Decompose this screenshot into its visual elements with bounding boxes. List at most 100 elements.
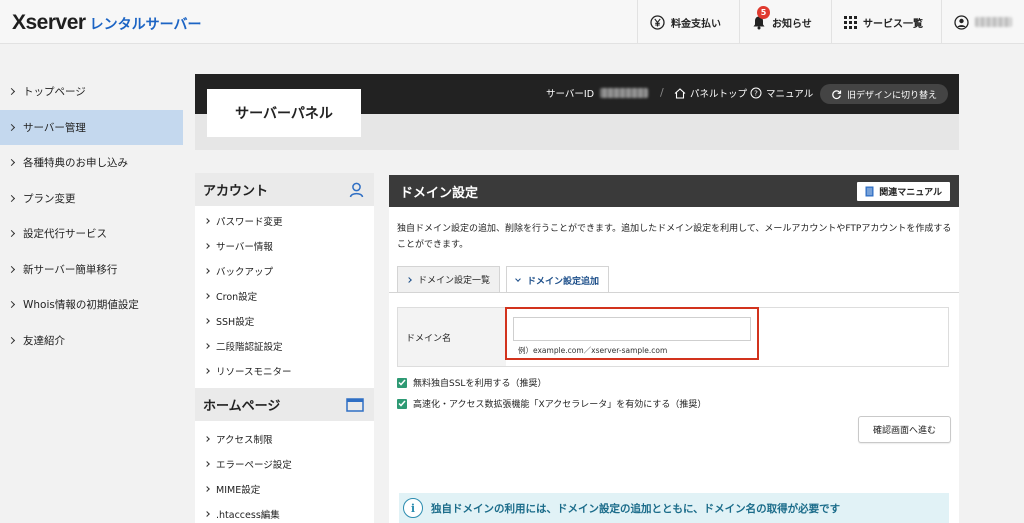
menu-item-label: バックアップ bbox=[216, 266, 274, 278]
chevron-right-icon bbox=[7, 88, 16, 96]
menu-item-resource-monitor[interactable]: リソースモニター bbox=[195, 358, 374, 383]
panel-top-label: パネルトップ bbox=[690, 89, 748, 100]
menu-item-label: SSH設定 bbox=[216, 316, 255, 328]
tab-divider bbox=[389, 292, 959, 293]
accelerator-option[interactable]: 高速化・アクセス数拡張機能「Xアクセラレータ」を有効にする（推奨） bbox=[397, 397, 706, 410]
section-header-account: アカウント bbox=[195, 173, 374, 206]
chevron-right-icon bbox=[204, 485, 210, 492]
sidebar-item-setup-service[interactable]: 設定代行サービス bbox=[0, 216, 183, 252]
chevron-right-icon bbox=[7, 265, 16, 273]
chevron-right-icon bbox=[204, 292, 210, 299]
help-icon: ? bbox=[750, 87, 762, 99]
menu-item-htaccess[interactable]: .htaccess編集 bbox=[195, 501, 374, 523]
domain-name-input[interactable] bbox=[513, 317, 751, 341]
accelerator-option-label: 高速化・アクセス数拡張機能「Xアクセラレータ」を有効にする（推奨） bbox=[413, 400, 707, 410]
menu-item-cron[interactable]: Cron設定 bbox=[195, 283, 374, 308]
yen-icon bbox=[650, 14, 665, 30]
xserver-logo[interactable]: Xserver レンタルサーバー bbox=[12, 11, 201, 35]
chevron-right-icon bbox=[7, 159, 16, 167]
logo-text: Xserver bbox=[12, 11, 86, 34]
chevron-right-icon bbox=[204, 367, 210, 374]
chevron-right-icon bbox=[7, 301, 16, 309]
refresh-icon bbox=[832, 89, 842, 99]
menu-item-access-restriction[interactable]: アクセス制限 bbox=[195, 426, 374, 451]
ssl-checkbox[interactable] bbox=[397, 377, 407, 388]
notifications-link[interactable]: 5 お知らせ bbox=[739, 0, 831, 44]
chevron-right-icon bbox=[204, 435, 210, 442]
chevron-down-icon bbox=[515, 275, 521, 282]
menu-item-server-info[interactable]: サーバー情報 bbox=[195, 233, 374, 258]
menu-item-label: MIME設定 bbox=[216, 484, 261, 496]
switch-old-design-button[interactable]: 旧デザインに切り替え bbox=[820, 84, 948, 104]
left-sidebar: トップページ サーバー管理 各種特典のお申し込み プラン変更 設定代行サービス … bbox=[0, 74, 183, 358]
username-blurred bbox=[975, 17, 1012, 27]
sidebar-item-server-management[interactable]: サーバー管理 bbox=[0, 109, 183, 145]
menu-item-2fa[interactable]: 二段階認証設定 bbox=[195, 333, 374, 358]
related-manual-label: 関連マニュアル bbox=[879, 187, 942, 198]
user-icon bbox=[349, 182, 364, 197]
domain-settings-panel: ドメイン設定 関連マニュアル 独自ドメイン設定の追加、削除を行うことができます。… bbox=[389, 175, 959, 523]
menu-item-label: .htaccess編集 bbox=[216, 509, 280, 521]
sidebar-item-referral[interactable]: 友達紹介 bbox=[0, 323, 183, 359]
sidebar-item-benefits[interactable]: 各種特典のお申し込み bbox=[0, 145, 183, 181]
panel-top-link[interactable]: パネルトップ bbox=[674, 85, 747, 101]
manual-link[interactable]: ? マニュアル bbox=[750, 85, 813, 101]
chevron-right-icon bbox=[7, 336, 16, 344]
section-title: ホームページ bbox=[203, 399, 281, 414]
sidebar-item-label: 新サーバー簡単移行 bbox=[23, 263, 118, 276]
old-design-label: 旧デザインに切り替え bbox=[846, 90, 937, 101]
menu-item-label: アクセス制限 bbox=[216, 434, 273, 446]
sidebar-item-top-page[interactable]: トップページ bbox=[0, 74, 183, 110]
ssl-option[interactable]: 無料独自SSLを利用する（推奨） bbox=[397, 376, 546, 389]
sidebar-item-plan-change[interactable]: プラン変更 bbox=[0, 181, 183, 217]
ssl-option-label: 無料独自SSLを利用する（推奨） bbox=[413, 379, 547, 389]
sidebar-item-label: 友達紹介 bbox=[23, 334, 65, 347]
confirm-button[interactable]: 確認画面へ進む bbox=[858, 416, 951, 443]
chevron-right-icon bbox=[204, 242, 210, 249]
info-icon: i bbox=[403, 498, 423, 518]
chevron-right-icon bbox=[204, 342, 210, 349]
notification-count-badge: 5 bbox=[757, 6, 770, 19]
divider: / bbox=[660, 86, 664, 99]
sidebar-item-label: プラン変更 bbox=[23, 192, 76, 205]
chevron-right-icon bbox=[7, 123, 16, 131]
related-manual-button[interactable]: 関連マニュアル bbox=[857, 181, 950, 201]
domain-example-hint: 例）example.com／xserver-sample.com bbox=[518, 346, 668, 355]
notice-text: 独自ドメインの利用には、ドメイン設定の追加とともに、ドメイン名の取得が必要です bbox=[431, 502, 841, 515]
book-icon bbox=[865, 186, 874, 196]
checkmark-icon bbox=[398, 400, 406, 407]
chevron-right-icon bbox=[7, 194, 16, 202]
menu-item-label: サーバー情報 bbox=[216, 241, 273, 253]
tab-label: ドメイン設定一覧 bbox=[418, 276, 491, 286]
menu-item-password[interactable]: パスワード変更 bbox=[195, 208, 374, 233]
content-header: ドメイン設定 関連マニュアル bbox=[389, 175, 959, 207]
tab-bar: ドメイン設定一覧 ドメイン設定追加 bbox=[397, 266, 615, 293]
menu-item-ssh[interactable]: SSH設定 bbox=[195, 308, 374, 333]
services-link[interactable]: サービス一覧 bbox=[831, 0, 941, 44]
content-title: ドメイン設定 bbox=[400, 185, 479, 201]
server-id-label: サーバーID bbox=[546, 89, 595, 100]
menu-item-error-page[interactable]: エラーページ設定 bbox=[195, 451, 374, 476]
sidebar-item-label: サーバー管理 bbox=[23, 121, 86, 134]
accelerator-checkbox[interactable] bbox=[397, 398, 407, 409]
menu-item-label: 二段階認証設定 bbox=[216, 341, 283, 353]
account-menu[interactable] bbox=[941, 0, 1024, 44]
tab-label: ドメイン設定追加 bbox=[527, 276, 600, 287]
manual-label: マニュアル bbox=[766, 89, 814, 100]
notifications-label: お知らせ bbox=[772, 18, 812, 30]
chevron-right-icon bbox=[406, 276, 412, 283]
menu-item-mime[interactable]: MIME設定 bbox=[195, 476, 374, 501]
menu-item-label: Cron設定 bbox=[216, 291, 258, 303]
tab-domain-add[interactable]: ドメイン設定追加 bbox=[506, 266, 610, 293]
menu-item-label: エラーページ設定 bbox=[216, 459, 292, 471]
tab-domain-list[interactable]: ドメイン設定一覧 bbox=[397, 266, 501, 292]
sidebar-item-label: 設定代行サービス bbox=[23, 228, 107, 241]
browser-window-icon bbox=[346, 397, 364, 412]
sidebar-item-migration[interactable]: 新サーバー簡単移行 bbox=[0, 252, 183, 288]
sidebar-item-label: 各種特典のお申し込み bbox=[23, 157, 128, 170]
menu-item-backup[interactable]: バックアップ bbox=[195, 258, 374, 283]
top-header: Xserver レンタルサーバー 料金支払い 5 お知らせ サービス一覧 bbox=[0, 0, 1024, 44]
billing-link[interactable]: 料金支払い bbox=[637, 0, 739, 44]
sidebar-item-whois[interactable]: Whois情報の初期値設定 bbox=[0, 287, 183, 323]
server-id: サーバーID bbox=[546, 85, 649, 101]
